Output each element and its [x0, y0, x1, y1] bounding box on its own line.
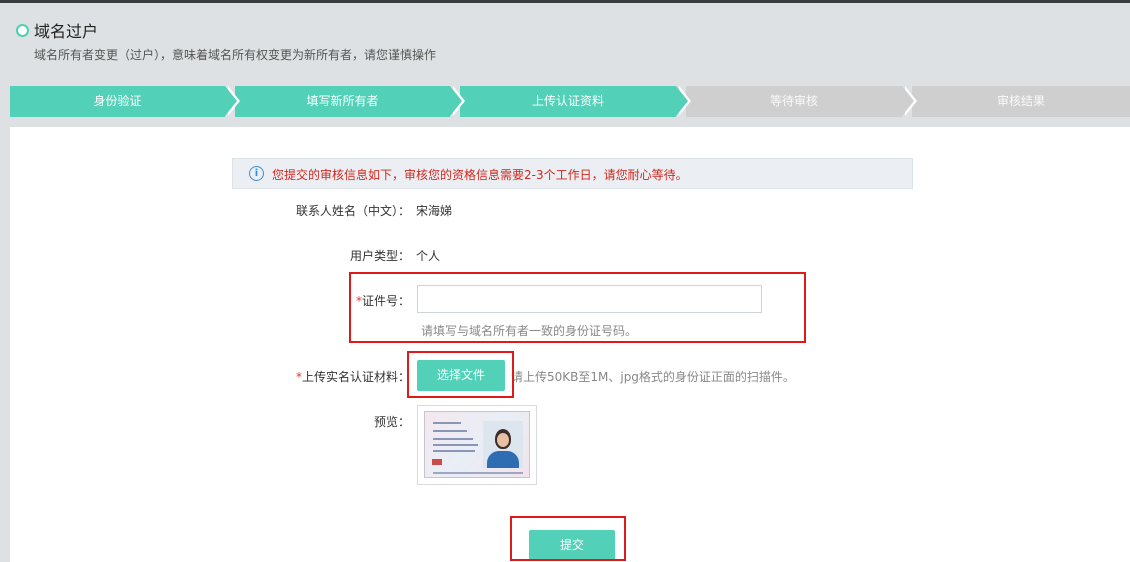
info-icon: i [249, 166, 264, 181]
user-type-value: 个人 [416, 249, 441, 263]
page-header: 域名过户 域名所有者变更（过户），意味着域名所有权变更为新所有者，请您谨慎操作 [0, 3, 1130, 73]
contact-name-value: 宋海娣 [416, 204, 453, 218]
user-type-label: 用户类型： [349, 249, 410, 263]
step-label: 上传认证资料 [531, 94, 604, 108]
step-wait-review: 等待审核 [686, 86, 917, 117]
step-label: 身份验证 [93, 94, 142, 108]
title-circle-icon [16, 24, 29, 37]
page-subtitle: 域名所有者变更（过户），意味着域名所有权变更为新所有者，请您谨慎操作 [34, 48, 437, 62]
step-review-result: 审核结果 [912, 86, 1130, 117]
page-title: 域名过户 [34, 22, 99, 41]
progress-steps: 身份验证 填写新所有者 上传认证资料 等待审核 审核结果 [10, 86, 1130, 117]
step-label: 等待审核 [769, 94, 818, 108]
id-card-preview [417, 405, 537, 485]
step-new-owner: 填写新所有者 [235, 86, 465, 117]
id-number-hint: 请填写与域名所有者一致的身份证号码。 [421, 324, 638, 338]
portrait-photo [483, 421, 523, 468]
notice-text: 您提交的审核信息如下，审核您的资格信息需要2-3个工作日，请您耐心等待。 [272, 168, 688, 182]
choose-file-button[interactable]: 选择文件 [417, 360, 505, 391]
id-number-label-text: 证件号： [361, 294, 410, 308]
step-identity-verify: 身份验证 [10, 86, 240, 117]
id-number-input[interactable] [417, 285, 762, 313]
step-upload-materials: 上传认证资料 [460, 86, 691, 117]
step-label: 填写新所有者 [306, 94, 379, 108]
notice-bar: i 您提交的审核信息如下，审核您的资格信息需要2-3个工作日，请您耐心等待。 [232, 158, 913, 189]
id-card-image [424, 411, 530, 478]
step-label: 审核结果 [996, 94, 1045, 108]
content-panel [10, 127, 1130, 562]
id-number-label: *证件号： [250, 292, 410, 309]
submit-button[interactable]: 提交 [529, 530, 615, 560]
preview-label: 预览： [373, 415, 410, 429]
upload-hint: 请上传50KB至1M、jpg格式的身份证正面的扫描件。 [511, 370, 795, 384]
contact-name-label: 联系人姓名（中文）： [295, 204, 410, 218]
upload-label-text: 上传实名认证材料： [301, 370, 410, 384]
upload-label: *上传实名认证材料： [230, 368, 410, 385]
